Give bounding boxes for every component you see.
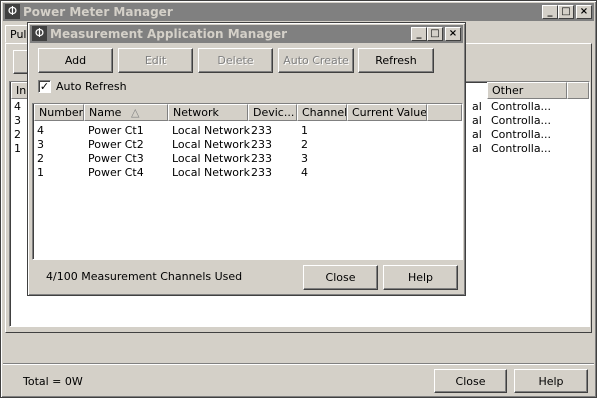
column-header-filler xyxy=(427,104,462,121)
main-row-num: 4 xyxy=(14,100,21,113)
column-header-other[interactable]: Other xyxy=(487,82,567,99)
table-row[interactable]: 4 Power Ct1 Local Network 233 1 xyxy=(33,124,462,138)
close-icon[interactable]: × xyxy=(576,5,592,19)
refresh-button[interactable]: Refresh xyxy=(358,48,434,73)
main-window-title: Power Meter Manager xyxy=(23,5,173,19)
main-row-other: Controlla... xyxy=(491,114,552,127)
table-row[interactable]: 1 Power Ct4 Local Network 233 4 xyxy=(33,166,462,180)
cell-device: 233 xyxy=(251,152,272,165)
column-header-device[interactable]: Devic... xyxy=(248,104,297,121)
column-header-filler xyxy=(567,82,589,99)
main-row-mid: al xyxy=(472,114,482,127)
cell-network: Local Network xyxy=(172,152,250,165)
edit-button[interactable]: Edit xyxy=(118,48,193,73)
delete-button[interactable]: Delete xyxy=(198,48,273,73)
table-row[interactable]: 2 Power Ct3 Local Network 233 3 xyxy=(33,152,462,166)
column-header-channel[interactable]: Channel xyxy=(297,104,347,121)
dialog-minimize-icon[interactable]: _ xyxy=(411,27,427,41)
cell-channel: 2 xyxy=(301,138,308,151)
measurement-list[interactable]: Number Name △ Network Devic... Channel C… xyxy=(32,103,463,260)
main-row-other: Controlla... xyxy=(491,128,552,141)
cell-channel: 3 xyxy=(301,152,308,165)
dialog-app-icon[interactable]: Φ xyxy=(32,26,47,41)
cell-network: Local Network xyxy=(172,138,250,151)
auto-refresh-label[interactable]: Auto Refresh xyxy=(56,80,127,93)
column-header-network[interactable]: Network xyxy=(168,104,248,121)
dialog-close-button[interactable]: Close xyxy=(303,265,378,290)
maximize-icon[interactable]: □ xyxy=(558,5,574,19)
dialog-help-button[interactable]: Help xyxy=(383,265,458,290)
column-header-name[interactable]: Name △ xyxy=(84,104,168,121)
dialog-title: Measurement Application Manager xyxy=(50,27,288,41)
cell-device: 233 xyxy=(251,138,272,151)
main-row-num: 2 xyxy=(14,128,21,141)
cell-number: 1 xyxy=(37,166,44,179)
main-close-button[interactable]: Close xyxy=(434,369,507,393)
cell-name: Power Ct1 xyxy=(88,124,144,137)
dialog-titlebar[interactable]: Φ Measurement Application Manager _ □ × xyxy=(30,25,463,43)
channels-used-status: 4/100 Measurement Channels Used xyxy=(46,270,243,283)
app-icon[interactable]: Φ xyxy=(5,4,20,19)
main-row-other: Controlla... xyxy=(491,142,552,155)
auto-create-button[interactable]: Auto Create xyxy=(278,48,354,73)
cell-network: Local Network xyxy=(172,166,250,179)
column-header-current-value[interactable]: Current Value xyxy=(347,104,427,121)
separator xyxy=(3,363,594,365)
cell-channel: 4 xyxy=(301,166,308,179)
main-titlebar[interactable]: Φ Power Meter Manager _ □ × xyxy=(3,3,594,21)
column-header-number[interactable]: Number xyxy=(34,104,84,121)
table-row[interactable]: 3 Power Ct2 Local Network 233 2 xyxy=(33,138,462,152)
cell-number: 3 xyxy=(37,138,44,151)
total-label: Total = 0W xyxy=(23,375,83,388)
cell-channel: 1 xyxy=(301,124,308,137)
minimize-icon[interactable]: _ xyxy=(542,5,558,19)
dialog-close-icon[interactable]: × xyxy=(445,27,461,41)
cell-name: Power Ct3 xyxy=(88,152,144,165)
cell-name: Power Ct2 xyxy=(88,138,144,151)
measurement-application-manager-dialog: Φ Measurement Application Manager _ □ × … xyxy=(27,22,466,296)
dialog-maximize-icon[interactable]: □ xyxy=(427,27,443,41)
main-row-mid: al xyxy=(472,100,482,113)
main-help-button[interactable]: Help xyxy=(514,369,588,393)
main-row-num: 3 xyxy=(14,114,21,127)
cell-number: 2 xyxy=(37,152,44,165)
main-row-mid: al xyxy=(472,142,482,155)
main-row-other: Controlla... xyxy=(491,100,552,113)
main-row-mid: al xyxy=(472,128,482,141)
add-button[interactable]: Add xyxy=(38,48,113,73)
cell-number: 4 xyxy=(37,124,44,137)
cell-device: 233 xyxy=(251,166,272,179)
column-header-name-label: Name xyxy=(89,106,122,119)
main-row-num: 1 xyxy=(14,142,21,155)
auto-refresh-checkbox[interactable]: ✓ xyxy=(38,80,51,93)
sort-ascending-icon: △ xyxy=(130,106,140,119)
cell-network: Local Network xyxy=(172,124,250,137)
cell-device: 233 xyxy=(251,124,272,137)
cell-name: Power Ct4 xyxy=(88,166,144,179)
